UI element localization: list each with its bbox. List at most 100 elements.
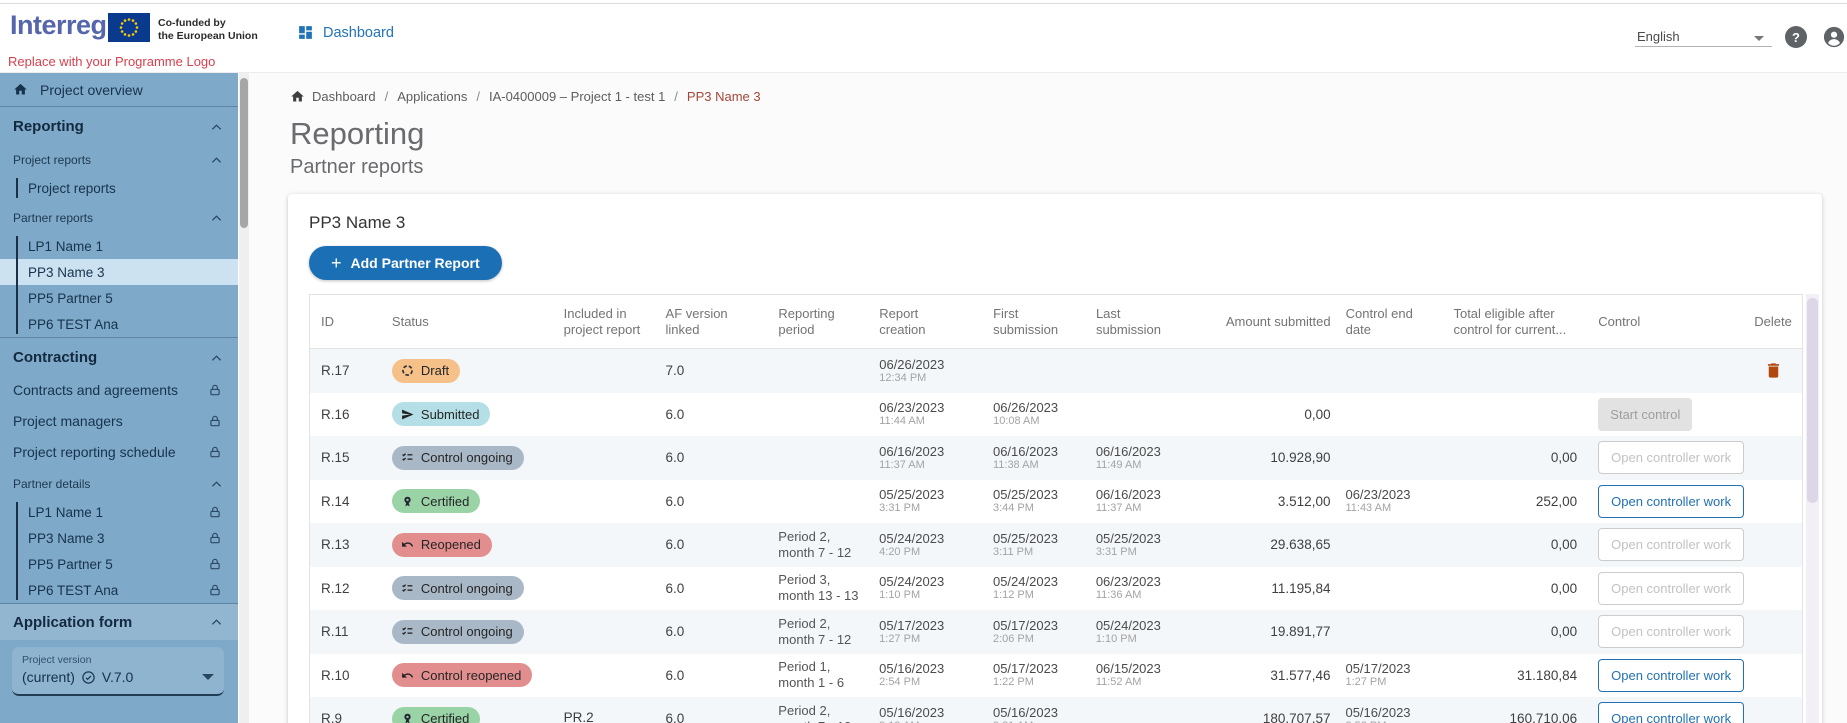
sidebar-item-pp3-name-3[interactable]: PP3 Name 3 (0, 525, 238, 551)
dashboard-icon (297, 24, 314, 41)
report-id: R.16 (321, 407, 350, 422)
status-badge: Certified (392, 707, 480, 723)
cell-af: 6.0 (665, 581, 778, 596)
home-icon[interactable] (290, 89, 305, 104)
cell-included: PR.2 (564, 710, 666, 723)
reporting-period-line: month 1 - 6 (778, 675, 844, 691)
project-version-select[interactable]: Project version(current)V.7.0 (12, 647, 224, 696)
table-row[interactable]: R.9CertifiedPR.26.0Period 2,month 7 - 12… (310, 697, 1802, 723)
af-version: 6.0 (665, 711, 684, 723)
partner-reports-card: PP3 Name 3 + Add Partner Report IDStatus… (288, 194, 1822, 723)
sidebar-item-contracts-and-agreements[interactable]: Contracts and agreements (0, 374, 238, 405)
sidebar-item-label: LP1 Name 1 (28, 505, 103, 520)
sidebar-label-partner-reports[interactable]: Partner reports (0, 203, 238, 233)
sidebar-label-project-reports[interactable]: Project reports (0, 145, 238, 175)
cell-first: 06/16/202311:38 AM (993, 444, 1096, 472)
cell-last: 05/24/20231:10 PM (1096, 618, 1203, 646)
sidebar-section-contracting[interactable]: Contracting (0, 341, 238, 374)
cell-creation: 05/16/20239:19 AM (879, 705, 993, 723)
table-row[interactable]: R.10Control reopened6.0Period 1,month 1 … (310, 654, 1802, 698)
table-scrollbar[interactable] (1806, 294, 1819, 723)
cell-first-submission: 05/24/20231:12 PM (993, 574, 1058, 602)
included-project-report-link[interactable]: PR.2 (564, 710, 594, 723)
nav-dashboard[interactable]: Dashboard (297, 24, 394, 41)
cell-total: 31.180,84 (1453, 668, 1579, 683)
sidebar-item-pp5-partner-5[interactable]: PP5 Partner 5 (0, 551, 238, 577)
control-button[interactable]: Open controller work (1598, 702, 1744, 723)
control-end-time: 1:27 PM (1345, 676, 1410, 689)
sidebar-item-pp6-test-ana[interactable]: PP6 TEST Ana (0, 311, 238, 337)
sidebar-section-application-form[interactable]: Application form (0, 604, 238, 640)
sidebar-scrollbar-thumb[interactable] (240, 78, 248, 228)
cell-creation: 06/26/202312:34 PM (879, 357, 993, 385)
report-id: R.15 (321, 450, 350, 465)
table-row[interactable]: R.14Certified6.005/25/20233:31 PM05/25/2… (310, 480, 1802, 524)
sidebar-item-label: Project reporting schedule (13, 444, 176, 460)
send-icon (401, 408, 414, 421)
table-row[interactable]: R.13Reopened6.0Period 2,month 7 - 1205/2… (310, 523, 1802, 567)
table-row[interactable]: R.16Submitted6.006/23/202311:44 AM06/26/… (310, 393, 1802, 437)
interreg-logo: Interreg (10, 10, 107, 41)
table-scrollbar-thumb[interactable] (1807, 298, 1818, 503)
programme-logo-placeholder: Replace with your Programme Logo (8, 54, 215, 69)
add-partner-report-button[interactable]: + Add Partner Report (309, 246, 502, 280)
sidebar-label-partner-details[interactable]: Partner details (0, 469, 238, 499)
cell-report-creation: 06/16/202311:37 AM (879, 444, 944, 472)
lock-icon (208, 531, 222, 545)
cell-control_end: 06/23/202311:43 AM (1332, 487, 1453, 515)
cell-first: 05/25/20233:44 PM (993, 487, 1096, 515)
sidebar-item-lp1-name-1[interactable]: LP1 Name 1 (0, 499, 238, 525)
status-badge: Draft (392, 359, 460, 383)
account-icon[interactable] (1823, 26, 1845, 48)
lock-icon (208, 583, 222, 597)
report-creation-time: 3:31 PM (879, 502, 944, 515)
cell-af: 6.0 (665, 537, 778, 552)
sidebar-item-project-overview[interactable]: Project overview (0, 73, 238, 106)
report-creation-date: 05/16/2023 (879, 705, 944, 720)
lock-icon (208, 414, 222, 428)
help-icon[interactable]: ? (1785, 26, 1807, 48)
control-button[interactable]: Open controller work (1598, 659, 1744, 692)
column-header-delete: Delete (1744, 295, 1802, 348)
sidebar-item-project-reporting-schedule[interactable]: Project reporting schedule (0, 436, 238, 467)
sidebar-section-reporting[interactable]: Reporting (0, 110, 238, 143)
table-row[interactable]: R.12Control ongoing6.0Period 3,month 13 … (310, 567, 1802, 611)
sidebar-group: Project reports (0, 175, 238, 201)
column-header-line: Control end (1346, 306, 1454, 322)
language-select[interactable]: English (1637, 29, 1680, 44)
column-header-line: control for current... (1453, 322, 1579, 338)
control-button[interactable]: Open controller work (1598, 485, 1744, 518)
breadcrumb-item-dashboard[interactable]: Dashboard (312, 89, 376, 104)
column-header-included: Included inproject report (564, 295, 666, 348)
table-row[interactable]: R.15Control ongoing6.006/16/202311:37 AM… (310, 436, 1802, 480)
report-creation-date: 06/16/2023 (879, 444, 944, 459)
delete-button[interactable] (1764, 361, 1783, 380)
table-row[interactable]: R.17Draft7.006/26/202312:34 PM (310, 349, 1802, 393)
cell-period: Period 2,month 7 - 12 (778, 529, 879, 561)
cell-id: R.17 (310, 363, 392, 378)
breadcrumb-separator: / (385, 89, 389, 104)
af-version: 6.0 (665, 537, 684, 552)
column-header-line: Total eligible after (1453, 306, 1579, 322)
breadcrumb-item-applications[interactable]: Applications (397, 89, 467, 104)
sidebar-item-lp1-name-1[interactable]: LP1 Name 1 (0, 233, 238, 259)
sidebar-item-pp5-partner-5[interactable]: PP5 Partner 5 (0, 285, 238, 311)
check-circle-icon (81, 670, 96, 685)
sidebar-item-pp6-test-ana[interactable]: PP6 TEST Ana (0, 577, 238, 603)
control-end-date: 05/16/2023 (1345, 705, 1410, 720)
first-submission-time: 3:11 PM (993, 546, 1058, 559)
cell-first: 05/24/20231:12 PM (993, 574, 1096, 602)
cell-status: Certified (392, 707, 564, 723)
language-select-underline (1635, 46, 1772, 47)
sidebar-item-project-reports[interactable]: Project reports (0, 175, 238, 201)
report-creation-date: 06/23/2023 (879, 400, 944, 415)
sidebar-scrollbar[interactable] (239, 73, 249, 723)
sidebar-item-project-managers[interactable]: Project managers (0, 405, 238, 436)
first-submission-date: 06/16/2023 (993, 444, 1058, 459)
breadcrumb-item-ia-0400009-project-1-test-1[interactable]: IA-0400009 – Project 1 - test 1 (489, 89, 665, 104)
sidebar-item-pp3-name-3[interactable]: PP3 Name 3 (0, 259, 238, 285)
report-creation-time: 1:10 PM (879, 589, 944, 602)
column-header-control_end: Control enddate (1333, 295, 1454, 348)
table-row[interactable]: R.11Control ongoing6.0Period 2,month 7 -… (310, 610, 1802, 654)
status-badge: Control ongoing (392, 576, 524, 600)
